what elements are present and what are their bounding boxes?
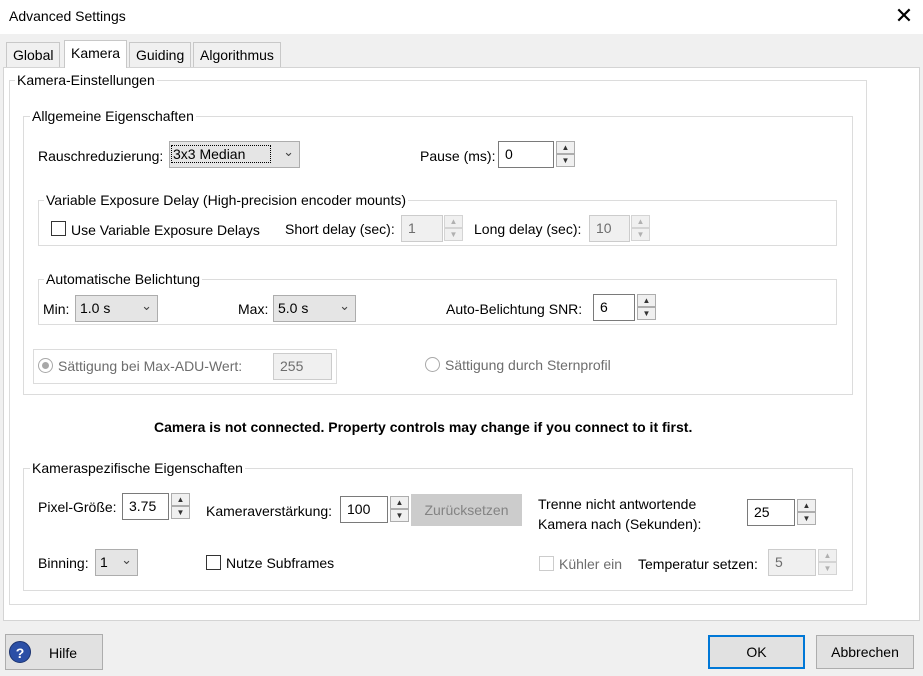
pause-stepper[interactable]: ▲ ▼ [556,141,575,168]
min-exposure-select[interactable]: 1.0 s ⌄ [75,295,158,322]
temperature-input[interactable]: 5 [768,549,816,576]
use-variable-exposure-label: Use Variable Exposure Delays [71,222,260,238]
spin-up-icon[interactable]: ▲ [556,141,575,154]
cancel-button[interactable]: Abbrechen [816,635,914,669]
spin-up-icon[interactable]: ▲ [637,294,656,307]
disconnect-label-line1: Trenne nicht antwortende [538,496,697,512]
use-variable-exposure-checkbox[interactable] [51,221,66,236]
general-properties-group-label: Allgemeine Eigenschaften [30,108,196,124]
title-bar [0,0,923,34]
spin-up-icon[interactable]: ▲ [171,493,190,506]
spin-up-icon[interactable]: ▲ [818,549,837,562]
long-delay-input[interactable]: 10 [589,215,630,242]
camera-specific-group-label: Kameraspezifische Eigenschaften [30,460,245,476]
chevron-down-icon: ⌄ [141,298,152,313]
tab-guiding[interactable]: Guiding [129,42,192,67]
auto-exposure-snr-value: 6 [600,299,608,315]
spin-up-icon[interactable]: ▲ [631,215,650,228]
spin-down-icon[interactable]: ▼ [637,307,656,320]
auto-exposure-snr-input[interactable]: 6 [593,294,635,321]
short-delay-value: 1 [408,220,416,236]
auto-exposure-snr-stepper[interactable]: ▲ ▼ [637,294,656,321]
reset-gain-button[interactable]: Zurücksetzen [411,494,522,526]
spin-up-icon[interactable]: ▲ [797,499,816,512]
spin-up-icon[interactable]: ▲ [390,496,409,509]
camera-not-connected-warning: Camera is not connected. Property contro… [154,419,693,435]
chevron-down-icon: ⌄ [339,298,350,313]
auto-exposure-snr-label: Auto-Belichtung SNR: [446,301,583,317]
help-button-label: Hilfe [49,645,78,661]
spin-up-icon[interactable]: ▲ [444,215,463,228]
binning-label: Binning: [38,555,89,571]
min-exposure-value: 1.0 s [80,300,111,316]
long-delay-value: 10 [596,220,612,236]
saturation-adu-radio[interactable] [38,358,53,373]
window-title: Advanced Settings [9,8,126,24]
short-delay-label: Short delay (sec): [285,221,395,237]
pixel-size-stepper[interactable]: ▲ ▼ [171,493,190,520]
cooler-checkbox[interactable] [539,556,554,571]
saturation-star-profile-label: Sättigung durch Sternprofil [445,357,611,373]
long-delay-label: Long delay (sec): [474,221,582,237]
spin-down-icon[interactable]: ▼ [390,509,409,522]
radio-selected-dot [42,362,49,369]
saturation-adu-value: 255 [280,358,304,374]
spin-down-icon[interactable]: ▼ [556,154,575,167]
short-delay-stepper[interactable]: ▲ ▼ [444,215,463,242]
noise-reduction-label: Rauschreduzierung: [38,148,164,164]
temperature-value: 5 [775,554,783,570]
tab-algorithmus[interactable]: Algorithmus [193,42,281,67]
subframes-label: Nutze Subframes [226,555,335,571]
temperature-label: Temperatur setzen: [638,556,758,572]
saturation-star-profile-radio[interactable] [425,357,440,372]
max-exposure-label: Max: [238,301,269,317]
pixel-size-label: Pixel-Größe: [38,499,117,515]
camera-specific-group [23,468,853,591]
spin-down-icon[interactable]: ▼ [797,512,816,525]
pixel-size-input[interactable]: 3.75 [122,493,169,520]
pixel-size-value: 3.75 [129,498,157,514]
close-icon[interactable]: ✕ [893,3,915,29]
chevron-down-icon: ⌄ [283,144,294,159]
binning-value: 1 [100,554,108,570]
short-delay-input[interactable]: 1 [401,215,443,242]
ok-button[interactable]: OK [708,635,805,669]
spin-down-icon[interactable]: ▼ [818,562,837,575]
temperature-stepper[interactable]: ▲ ▼ [818,549,837,576]
help-icon: ? [9,641,31,663]
pause-value: 0 [505,146,513,162]
max-exposure-select[interactable]: 5.0 s ⌄ [273,295,356,322]
camera-settings-group-label: Kamera-Einstellungen [15,72,157,88]
cooler-label: Kühler ein [559,556,623,572]
pause-input[interactable]: 0 [498,141,554,168]
disconnect-timeout-stepper[interactable]: ▲ ▼ [797,499,816,526]
noise-reduction-value: 3x3 Median [170,145,272,163]
camera-gain-value: 100 [347,501,371,517]
binning-select[interactable]: 1 ⌄ [95,549,138,576]
variable-exposure-group-label: Variable Exposure Delay (High-precision … [44,192,409,208]
camera-gain-label: Kameraverstärkung: [206,503,333,519]
saturation-adu-label: Sättigung bei Max-ADU-Wert: [58,358,243,374]
min-exposure-label: Min: [43,301,70,317]
disconnect-timeout-input[interactable]: 25 [747,499,795,526]
spin-down-icon[interactable]: ▼ [171,506,190,519]
subframes-checkbox[interactable] [206,555,221,570]
disconnect-timeout-value: 25 [754,504,770,520]
chevron-down-icon: ⌄ [121,552,132,567]
tab-kamera[interactable]: Kamera [64,40,128,68]
auto-exposure-group-label: Automatische Belichtung [44,271,203,287]
noise-reduction-select[interactable]: 3x3 Median ⌄ [169,141,300,168]
camera-gain-input[interactable]: 100 [340,496,388,523]
pause-label: Pause (ms): [420,148,496,164]
spin-down-icon[interactable]: ▼ [631,228,650,241]
saturation-adu-input[interactable]: 255 [273,353,332,380]
help-button[interactable]: ? Hilfe [5,634,103,670]
max-exposure-value: 5.0 s [278,300,309,316]
camera-gain-stepper[interactable]: ▲ ▼ [390,496,409,523]
tab-global[interactable]: Global [6,42,61,67]
disconnect-label-line2: Kamera nach (Sekunden): [538,516,702,532]
long-delay-stepper[interactable]: ▲ ▼ [631,215,650,242]
spin-down-icon[interactable]: ▼ [444,228,463,241]
